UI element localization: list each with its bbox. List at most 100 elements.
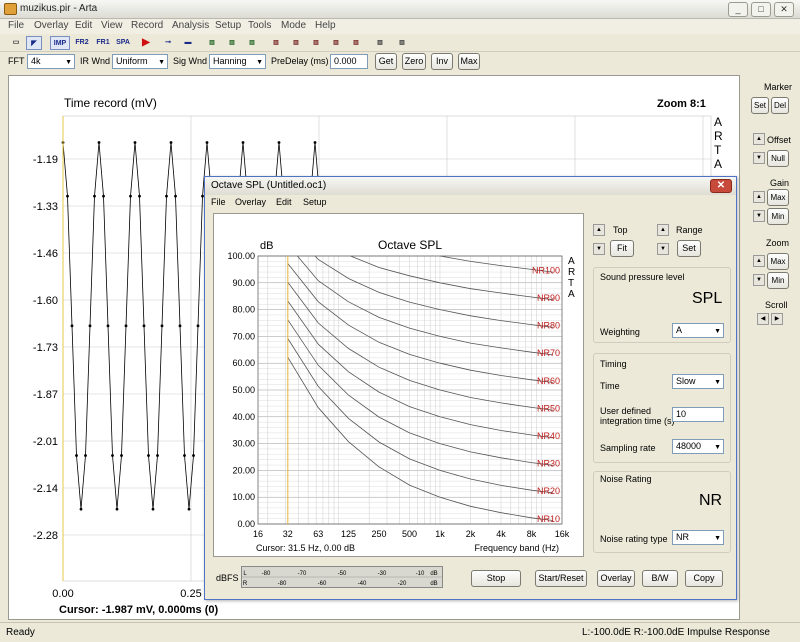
menu-overlay[interactable]: Overlay xyxy=(34,20,68,31)
rsti-icon[interactable]: ▥ xyxy=(394,36,410,50)
menu-record[interactable]: Record xyxy=(131,20,163,31)
record-icon[interactable]: ▶ xyxy=(138,36,154,50)
arta-letter: A xyxy=(714,157,722,171)
fit-button[interactable]: Fit xyxy=(610,240,634,257)
menu-mode[interactable]: Mode xyxy=(281,20,306,31)
menu-file[interactable]: File xyxy=(8,20,24,31)
cs-icon[interactable]: ▥ xyxy=(328,36,344,50)
new-file-icon[interactable]: ▭ xyxy=(8,36,24,50)
gain-max-button[interactable]: Max xyxy=(767,189,789,206)
spa-mode-button[interactable]: SPA xyxy=(113,36,133,50)
predelay-input[interactable]: 0.000 xyxy=(330,54,368,69)
stop-button[interactable]: Stop xyxy=(471,570,521,587)
bw-button[interactable]: B/W xyxy=(642,570,678,587)
waveform-point xyxy=(102,194,105,198)
etc-icon[interactable]: ▥ xyxy=(288,36,304,50)
top-up-icon[interactable]: ▲ xyxy=(593,224,605,236)
inv-button[interactable]: Inv xyxy=(431,53,453,70)
time-y-tick-label: -1.46 xyxy=(33,248,58,260)
dialog-menu-overlay[interactable]: Overlay xyxy=(235,197,266,207)
window-title: muzikus.pir - Arta xyxy=(20,3,98,14)
timing-group-label: Timing xyxy=(600,359,627,369)
fr2-mode-button[interactable]: FR2 xyxy=(72,36,92,50)
zoom-min-button[interactable]: Min xyxy=(767,272,789,289)
scroll-left-icon[interactable]: ◀ xyxy=(757,313,769,325)
gain-up-icon[interactable]: ▲ xyxy=(753,191,765,203)
octave-arta-letter: R xyxy=(568,267,575,278)
menu-view[interactable]: View xyxy=(101,20,123,31)
minimize-button[interactable]: _ xyxy=(728,2,748,17)
set-icon[interactable]: ▥ xyxy=(244,36,260,50)
zoom-down-icon[interactable]: ▼ xyxy=(753,274,765,286)
dbfs-label: dBFS xyxy=(216,573,239,583)
dialog-menu-file[interactable]: File xyxy=(211,197,226,207)
integration-time-input[interactable]: 10 xyxy=(672,407,724,422)
sti-icon[interactable]: ▥ xyxy=(372,36,388,50)
fr-icon[interactable]: ▥ xyxy=(204,36,220,50)
offset-null-button[interactable]: Null xyxy=(767,150,789,167)
meter-left-tick: L xyxy=(243,571,247,577)
copy-button[interactable]: Copy xyxy=(685,570,723,587)
octave-y-ticks: 100.00 90.00 80.00 70.00 60.00 50.00 40.00 30.0… xyxy=(227,251,255,529)
time-y-tick-label: -1.87 xyxy=(33,389,58,401)
maximize-button[interactable]: □ xyxy=(751,2,771,17)
octave-y-tick-label: 40.00 xyxy=(232,412,255,422)
octave-x-tick-label: 125 xyxy=(341,529,356,539)
menu-edit[interactable]: Edit xyxy=(75,20,92,31)
waveform-point xyxy=(88,324,92,328)
zero-button[interactable]: Zero xyxy=(402,53,426,70)
gain-min-button[interactable]: Min xyxy=(767,208,789,225)
open-icon[interactable]: ◤ xyxy=(26,36,42,50)
max-button[interactable]: Max xyxy=(458,53,480,70)
offset-down-icon[interactable]: ▼ xyxy=(753,152,765,164)
octave-x-tick-label: 16k xyxy=(555,529,570,539)
menu-help[interactable]: Help xyxy=(315,20,336,31)
time-select[interactable]: Slow ▼ xyxy=(672,374,724,389)
fft-select[interactable]: 4k ▼ xyxy=(27,54,75,69)
level-meter-svg: L -80 -70 -50 -30 -10 dB R -80 -60 -40 -20 dB xyxy=(242,571,442,587)
integration-label-2: integration time (s) xyxy=(600,416,675,426)
generator-icon[interactable]: ⊸ xyxy=(160,36,176,50)
wf-icon[interactable]: ▥ xyxy=(348,36,364,50)
menu-analysis[interactable]: Analysis xyxy=(172,20,209,31)
gain-down-icon[interactable]: ▼ xyxy=(753,210,765,222)
fr1-mode-button[interactable]: FR1 xyxy=(93,36,113,50)
menu-tools[interactable]: Tools xyxy=(248,20,271,31)
impulse-mode-button[interactable]: IMP xyxy=(50,36,70,50)
start-reset-button[interactable]: Start/Reset xyxy=(535,570,587,587)
time-x-tick-label: 0.25 xyxy=(180,588,201,600)
marker-del-button[interactable]: Del xyxy=(771,97,789,114)
range-set-button[interactable]: Set xyxy=(677,240,701,257)
overlay-button[interactable]: Overlay xyxy=(597,570,635,587)
octave-spl-plot[interactable]: dB Octave SPL ARTA 100.00 90.00 80.00 70.00… xyxy=(213,213,584,557)
sigwnd-select[interactable]: Hanning ▼ xyxy=(209,54,266,69)
irwnd-select[interactable]: Uniform ▼ xyxy=(112,54,168,69)
time-cursor-readout: Cursor: -1.987 mV, 0.000ms (0) xyxy=(59,604,219,616)
time-x-tick-label: 0.00 xyxy=(52,588,73,600)
scroll-right-icon[interactable]: ▶ xyxy=(771,313,783,325)
noise-rating-type-select[interactable]: NR ▼ xyxy=(672,530,724,545)
spl-icon[interactable]: ▥ xyxy=(224,36,240,50)
marker-set-button[interactable]: Set xyxy=(751,97,769,114)
menu-setup[interactable]: Setup xyxy=(215,20,241,31)
dialog-menu-setup[interactable]: Setup xyxy=(303,197,327,207)
zoom-max-button[interactable]: Max xyxy=(767,253,789,270)
range-down-icon[interactable]: ▼ xyxy=(657,243,669,255)
offset-up-icon[interactable]: ▲ xyxy=(753,133,765,145)
close-button[interactable]: ✕ xyxy=(774,2,794,17)
stop-icon[interactable]: ▬ xyxy=(180,36,196,50)
marker-label: Marker xyxy=(764,82,793,92)
dialog-menu-edit[interactable]: Edit xyxy=(276,197,292,207)
get-button[interactable]: Get xyxy=(375,53,397,70)
rev-icon[interactable]: ▥ xyxy=(308,36,324,50)
dialog-close-icon[interactable]: ✕ xyxy=(710,179,732,193)
step-icon[interactable]: ▥ xyxy=(268,36,284,50)
range-up-icon[interactable]: ▲ xyxy=(657,224,669,236)
weighting-select[interactable]: A ▼ xyxy=(672,323,724,338)
sampling-rate-select[interactable]: 48000 ▼ xyxy=(672,439,724,454)
zoom-up-icon[interactable]: ▲ xyxy=(753,255,765,267)
octave-x-ticks: 16 32 63 125 250 500 1k 2k 4k 8k 16k xyxy=(253,529,570,539)
dialog-menu-bar: File Overlay Edit Setup xyxy=(205,196,736,210)
top-down-icon[interactable]: ▼ xyxy=(593,243,605,255)
octave-grid xyxy=(257,255,563,525)
